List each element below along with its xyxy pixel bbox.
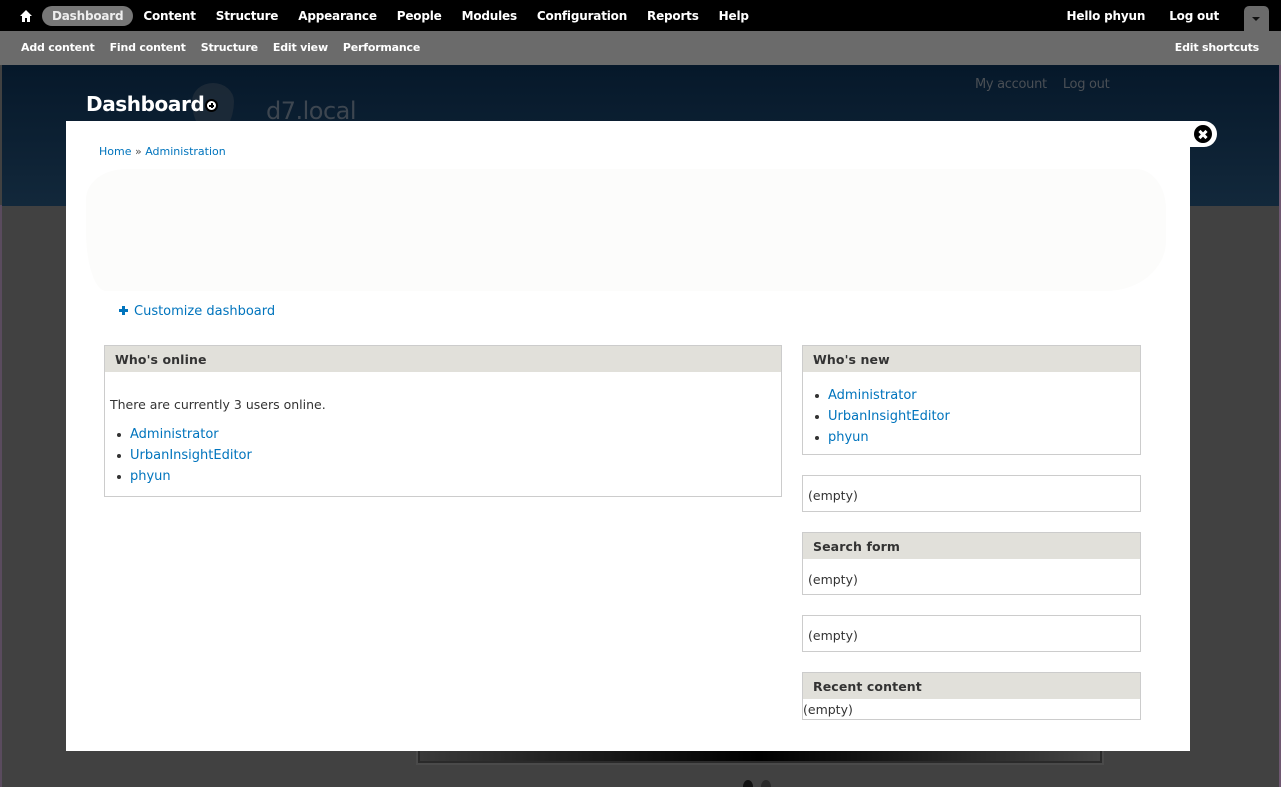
shortcut-edit-view[interactable]: Edit view (273, 41, 328, 54)
toolbar-item-help[interactable]: Help (709, 6, 759, 26)
toolbar-item-appearance[interactable]: Appearance (288, 6, 387, 26)
block-title: Recent content (803, 673, 1140, 699)
shortcuts-toggle-button[interactable] (1244, 6, 1269, 31)
block-whos-online: Who's online There are currently 3 users… (104, 345, 782, 497)
plus-circle-icon[interactable] (205, 99, 218, 112)
user-link[interactable]: Administrator (130, 427, 219, 442)
list-item: phyun (808, 427, 1135, 448)
pager-dot[interactable] (761, 780, 771, 787)
overlay-dialog: Home » Administration Customize dashboar… (66, 121, 1190, 751)
redacted-region (86, 169, 1166, 291)
empty-text: (empty) (808, 488, 858, 503)
edit-shortcuts-link[interactable]: Edit shortcuts (1175, 41, 1259, 54)
plus-icon (119, 306, 128, 315)
toolbar-logout-link[interactable]: Log out (1169, 9, 1219, 23)
toolbar-item-configuration[interactable]: Configuration (527, 6, 637, 26)
block-title: Who's online (105, 346, 781, 372)
toolbar-menu: Dashboard Content Structure Appearance P… (42, 6, 759, 26)
breadcrumb-home[interactable]: Home (99, 145, 131, 158)
toolbar-item-reports[interactable]: Reports (637, 6, 709, 26)
customize-dashboard-link[interactable]: Customize dashboard (119, 304, 275, 319)
toolbar-item-dashboard[interactable]: Dashboard (42, 6, 134, 26)
block-title: Search form (803, 533, 1140, 559)
admin-toolbar: Dashboard Content Structure Appearance P… (0, 0, 1281, 31)
toolbar-item-modules[interactable]: Modules (452, 6, 527, 26)
shortcut-performance[interactable]: Performance (343, 41, 420, 54)
list-item: Administrator (808, 385, 1135, 406)
breadcrumb-separator: » (134, 145, 142, 158)
home-icon[interactable] (18, 8, 34, 24)
shortcuts-bar: Add content Find content Structure Edit … (0, 31, 1281, 65)
user-greeting-link[interactable]: Hello phyun (1067, 9, 1146, 23)
shortcut-find-content[interactable]: Find content (110, 41, 186, 54)
customize-dashboard-label: Customize dashboard (134, 304, 276, 319)
header-logout-link[interactable]: Log out (1063, 77, 1110, 92)
user-link[interactable]: phyun (130, 469, 171, 484)
slideshow-pager (743, 780, 771, 787)
shortcut-add-content[interactable]: Add content (21, 41, 95, 54)
window-edge (0, 205, 2, 787)
new-user-list: Administrator UrbanInsightEditor phyun (808, 385, 1135, 448)
block-whos-new: Who's new Administrator UrbanInsightEdit… (802, 345, 1141, 455)
empty-text: (empty) (808, 572, 858, 587)
secondary-menu: My account Log out (975, 77, 1110, 92)
user-link[interactable]: UrbanInsightEditor (130, 448, 252, 463)
block-untitled: (empty) (802, 615, 1141, 652)
pager-dot[interactable] (743, 780, 753, 787)
toolbar-item-structure[interactable]: Structure (206, 6, 289, 26)
close-icon[interactable] (1194, 125, 1212, 143)
shortcut-structure[interactable]: Structure (201, 41, 258, 54)
online-summary: There are currently 3 users online. (110, 397, 326, 412)
toolbar-item-people[interactable]: People (387, 6, 452, 26)
breadcrumb: Home » Administration (99, 145, 226, 158)
page-title: Dashboard (86, 92, 205, 116)
block-recent-content: Recent content (empty) (802, 672, 1141, 720)
toolbar-item-content[interactable]: Content (133, 6, 205, 26)
toolbar-user-menu: Hello phyun Log out (1067, 9, 1220, 23)
breadcrumb-administration[interactable]: Administration (145, 145, 226, 158)
user-link[interactable]: Administrator (828, 388, 917, 403)
user-link[interactable]: phyun (828, 430, 869, 445)
list-item: phyun (110, 466, 776, 487)
online-user-list: Administrator UrbanInsightEditor phyun (110, 424, 776, 487)
list-item: UrbanInsightEditor (808, 406, 1135, 427)
user-link[interactable]: UrbanInsightEditor (828, 409, 950, 424)
empty-text: (empty) (803, 702, 853, 717)
block-search-form: Search form (empty) (802, 532, 1141, 595)
block-title: Who's new (803, 346, 1140, 372)
list-item: UrbanInsightEditor (110, 445, 776, 466)
list-item: Administrator (110, 424, 776, 445)
my-account-link[interactable]: My account (975, 77, 1047, 92)
empty-text: (empty) (808, 628, 858, 643)
block-untitled: (empty) (802, 475, 1141, 512)
